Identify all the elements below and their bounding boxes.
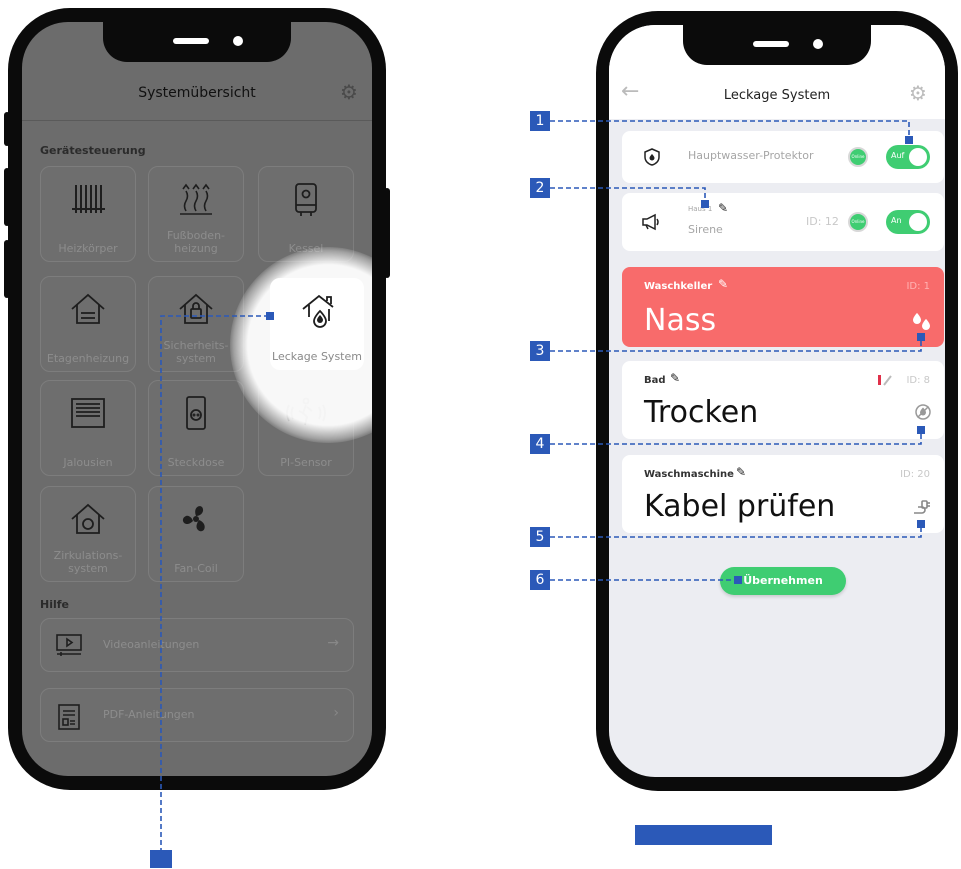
marker-dot (905, 136, 913, 144)
callout-5: 5 (530, 527, 550, 547)
callout-2: 2 (530, 178, 550, 198)
callout-6: 6 (530, 570, 550, 590)
marker-dot (701, 200, 709, 208)
camera (233, 36, 243, 46)
marker-dot (734, 576, 742, 584)
speaker (173, 38, 209, 44)
marker-square (150, 850, 172, 868)
callout-3: 3 (530, 341, 550, 361)
notch (683, 25, 871, 65)
callout-1: 1 (530, 111, 550, 131)
camera (813, 39, 823, 49)
marker-dot (266, 312, 274, 320)
speaker (753, 41, 789, 47)
placeholder-bar (635, 825, 772, 845)
marker-dot (917, 426, 925, 434)
marker-dot (917, 333, 925, 341)
marker-dot (917, 520, 925, 528)
annotation-lines (160, 120, 922, 850)
callout-4: 4 (530, 434, 550, 454)
notch (103, 22, 291, 62)
